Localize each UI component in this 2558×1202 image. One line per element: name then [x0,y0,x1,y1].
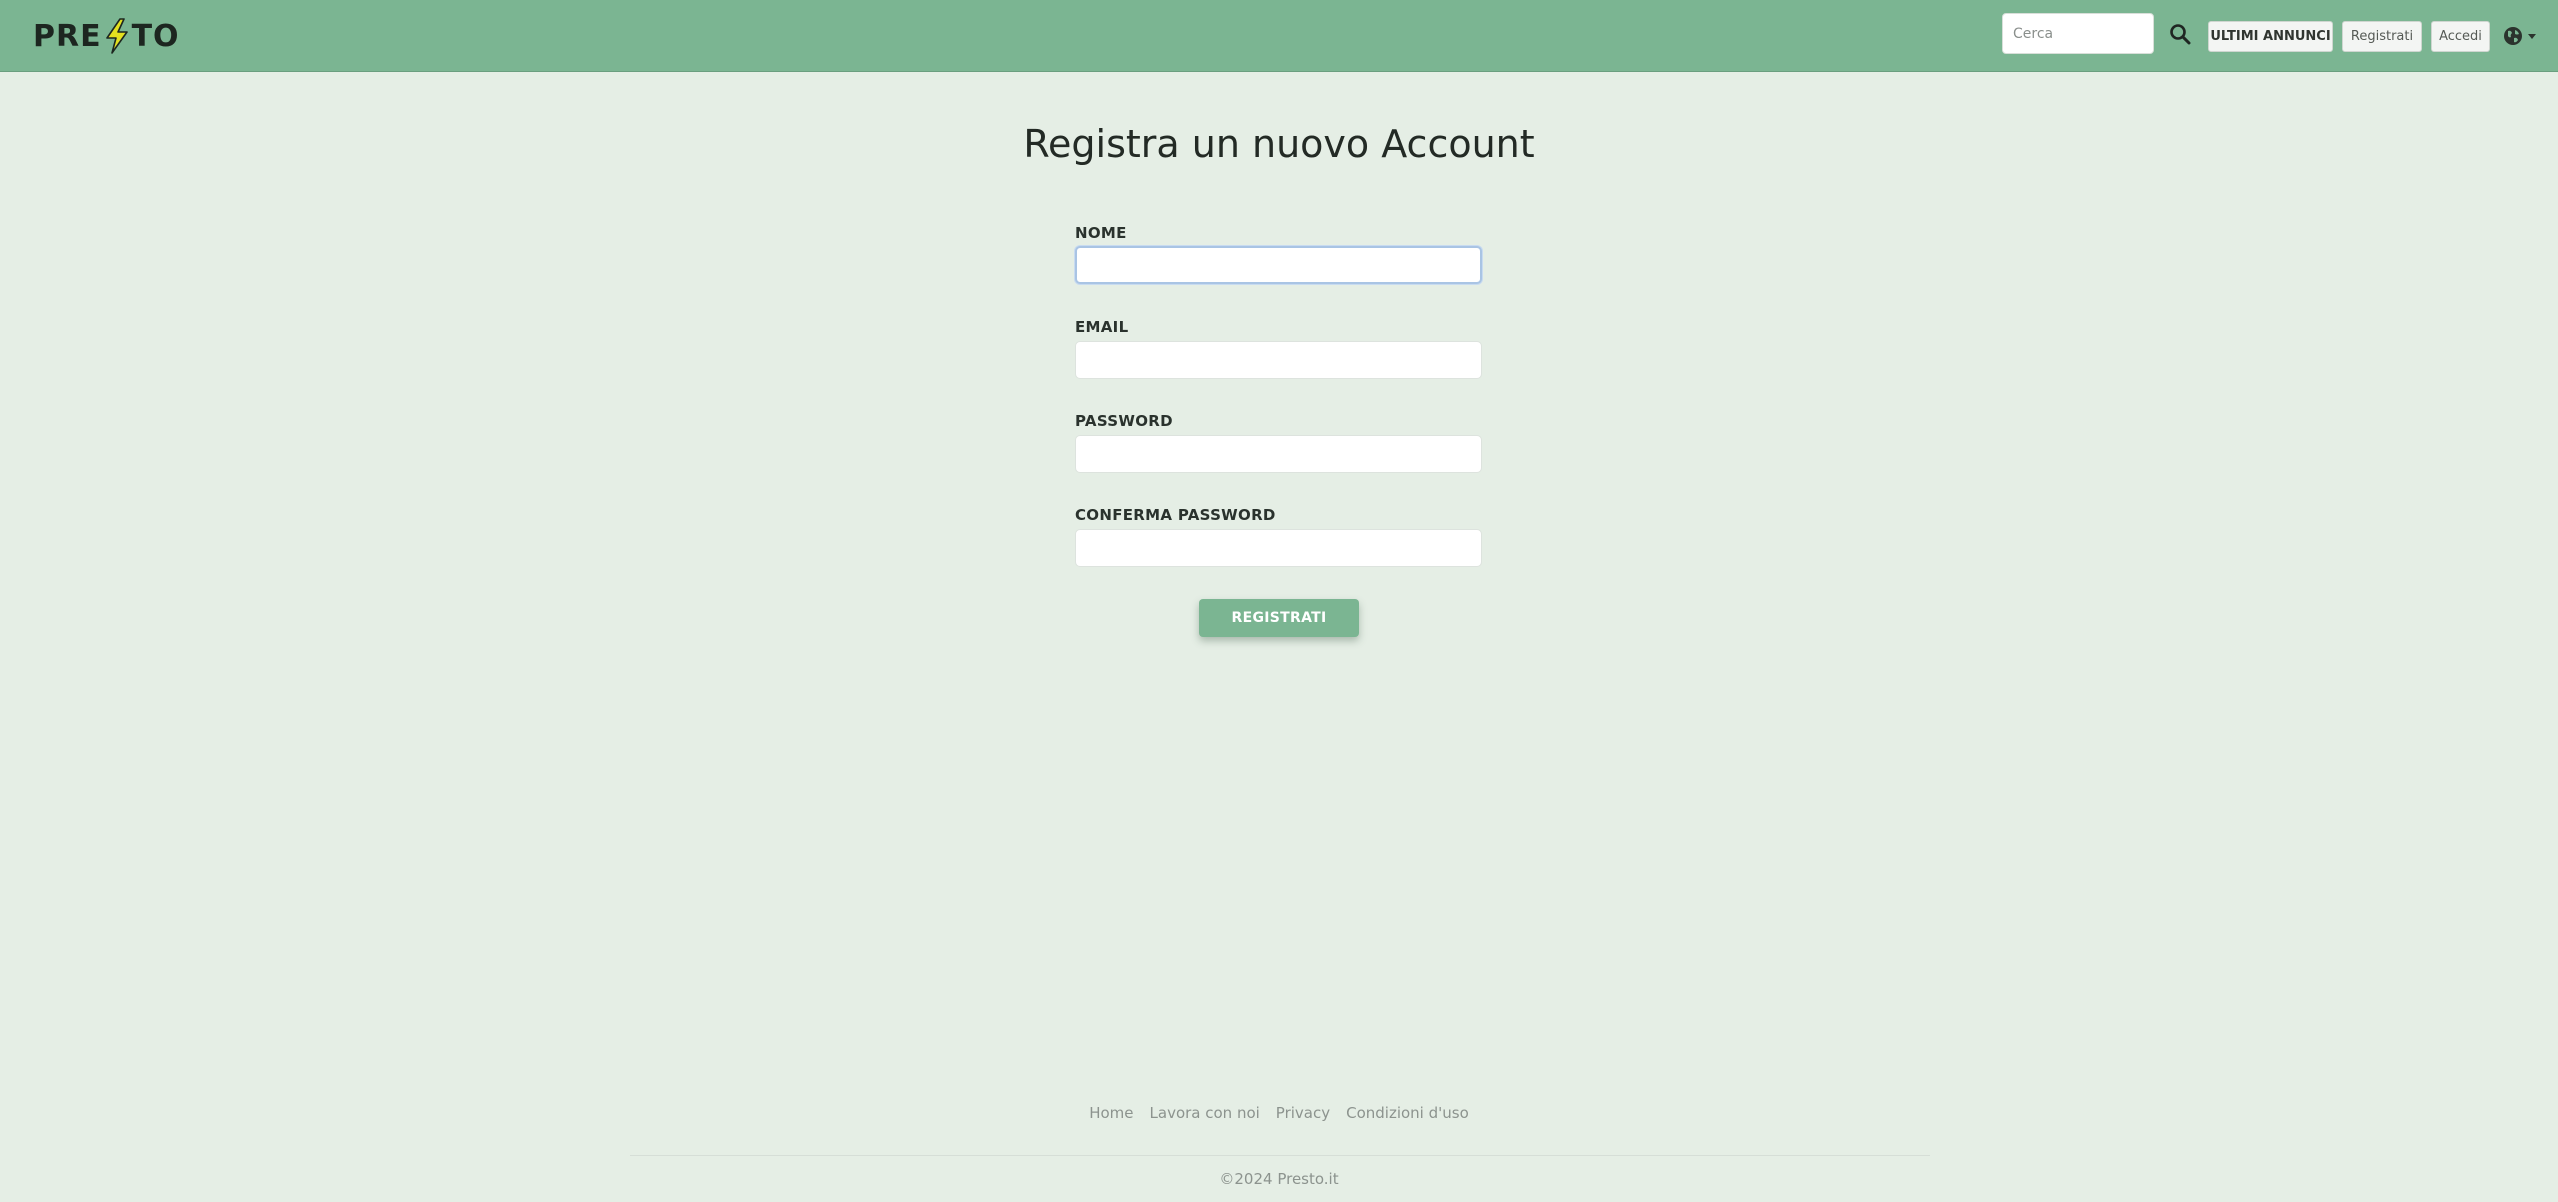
footer-link-home[interactable]: Home [1089,1104,1133,1122]
confirm-password-field[interactable] [1075,529,1482,567]
footer-link-condizioni-uso[interactable]: Condizioni d'uso [1346,1104,1469,1122]
nome-field[interactable] [1075,246,1482,284]
footer-link-privacy[interactable]: Privacy [1276,1104,1330,1122]
confirm-password-label: CONFERMA PASSWORD [1075,506,1276,524]
registrati-submit-button[interactable]: REGISTRATI [1199,599,1359,637]
email-field[interactable] [1075,341,1482,379]
ultimi-annunci-button[interactable]: ULTIMI ANNUNCI [2208,21,2333,52]
footer-link-lavora-con-noi[interactable]: Lavora con noi [1150,1104,1260,1122]
search-button[interactable] [2166,20,2194,48]
password-field[interactable] [1075,435,1482,473]
brand-logo[interactable]: PRE TO [33,18,180,54]
search-input[interactable] [2002,13,2154,54]
copyright-text: ©2024 Presto.it [1219,1170,1339,1188]
navbar: PRE TO ULTIMI ANNUNCI Registrati Accedi [0,0,2558,72]
page-title: Registra un nuovo Account [1023,122,1535,166]
chevron-down-icon [2528,33,2536,39]
registrati-nav-button[interactable]: Registrati [2342,21,2422,52]
search-icon [2170,24,2191,45]
logo-prefix: PRE [33,18,102,54]
footer-links: Home Lavora con noi Privacy Condizioni d… [0,1104,2558,1122]
password-label: PASSWORD [1075,412,1173,430]
logo-suffix: TO [131,18,180,54]
email-label: EMAIL [1075,318,1129,336]
footer-divider [630,1155,1930,1156]
accedi-nav-button[interactable]: Accedi [2431,21,2490,52]
lightning-bolt-icon [105,18,128,54]
nome-label: NOME [1075,224,1127,242]
language-dropdown[interactable] [2503,24,2543,48]
globe-icon [2504,27,2522,45]
